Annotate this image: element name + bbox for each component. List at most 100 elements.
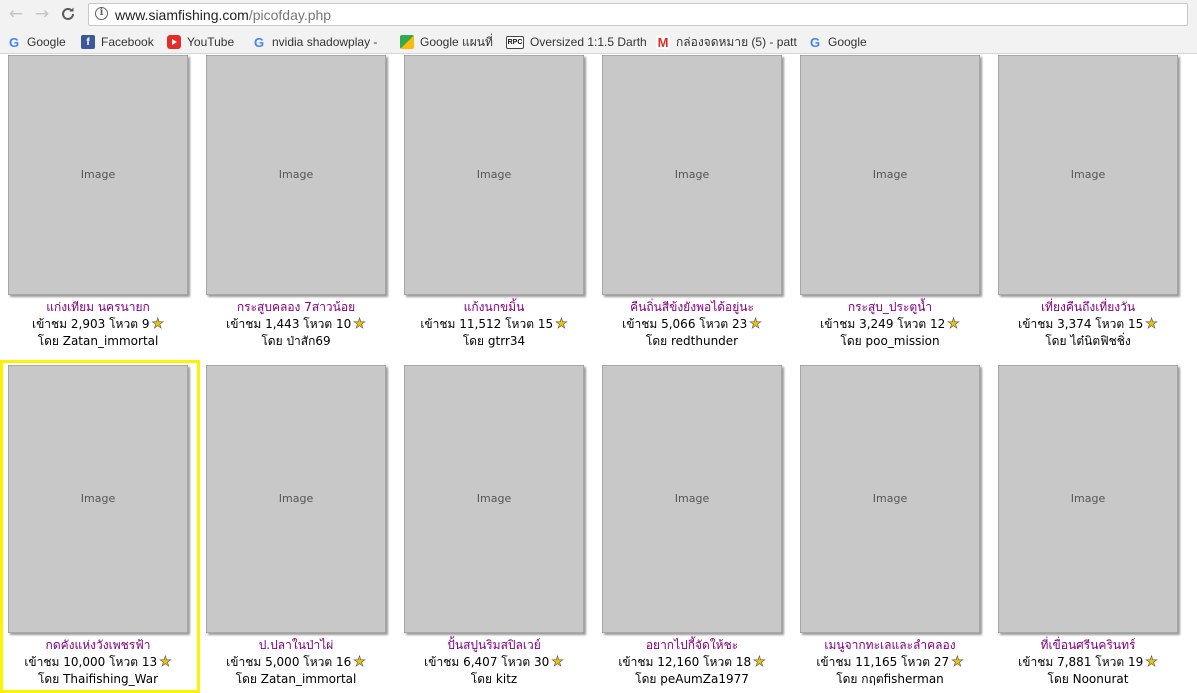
votes-count: 16 <box>336 655 352 669</box>
author-link[interactable]: peAumZa1977 <box>660 672 749 686</box>
author-link[interactable]: poo_mission <box>866 334 940 348</box>
author-link[interactable]: ป่าสัก69 <box>286 334 330 348</box>
picture-grid: Image แก่งเทียม นครนายก เข้าชม 2,903 โหว… <box>0 55 1197 693</box>
facebook-icon: f <box>81 35 95 49</box>
bookmark-google-maps[interactable]: Google แผนที่ <box>400 34 493 50</box>
votes-count: 12 <box>930 317 946 331</box>
views-label: เข้าชม <box>31 317 68 331</box>
fish-photo[interactable]: Image <box>800 365 980 633</box>
google-icon: G <box>253 34 265 50</box>
back-button[interactable]: ← <box>6 4 26 24</box>
fish-photo[interactable]: Image <box>998 365 1178 633</box>
star-icon[interactable]: ★ <box>151 316 164 333</box>
votes-count: 9 <box>141 317 150 331</box>
picture-author-line: โดย kitz <box>394 670 594 689</box>
views-count: 3,249 <box>859 317 894 331</box>
picture-author-line: โดย กฤตfisherman <box>790 670 990 689</box>
fish-photo[interactable]: Image <box>8 365 188 633</box>
views-label: เข้าชม <box>820 317 856 331</box>
votes-label: โหวต <box>303 317 333 331</box>
svg-text:Image: Image <box>675 168 710 181</box>
author-link[interactable]: กฤตfisherman <box>861 672 944 686</box>
fish-photo[interactable]: Image <box>998 55 1178 295</box>
picture-author-line: โดย ป่าสัก69 <box>196 332 396 351</box>
bookmark-google-2[interactable]: G Google <box>808 34 867 50</box>
votes-count: 19 <box>1128 655 1144 669</box>
fish-photo[interactable]: Image <box>800 55 980 295</box>
rpc-icon: RPC <box>506 35 524 49</box>
author-link[interactable]: ไต๋นิตฟิชชิ่ง <box>1070 334 1130 348</box>
picture-author-line: โดย ไต๋นิตฟิชชิ่ง <box>988 332 1188 351</box>
author-link[interactable]: redthunder <box>671 334 738 348</box>
author-link[interactable]: Noonurat <box>1073 672 1129 686</box>
fish-photo[interactable]: Image <box>602 55 782 295</box>
views-label: เข้าชม <box>226 317 262 331</box>
address-bar[interactable]: i www.siamfishing.com/picofday.php <box>88 3 1188 26</box>
votes-label: โหวต <box>699 317 729 331</box>
reload-icon <box>62 7 74 20</box>
author-link[interactable]: Zatan_immortal <box>261 672 357 686</box>
picture-author-line: โดย Zatan_immortal <box>196 670 396 689</box>
star-icon[interactable]: ★ <box>1145 654 1158 671</box>
reload-button[interactable] <box>58 4 78 24</box>
by-label: โดย <box>836 672 858 686</box>
votes-label: โหวต <box>1095 317 1125 331</box>
votes-label: โหวต <box>505 317 534 331</box>
gmail-icon: M <box>656 34 670 50</box>
info-icon[interactable]: i <box>95 7 108 20</box>
star-icon[interactable]: ★ <box>353 654 366 671</box>
author-link[interactable]: gtrr34 <box>488 334 525 348</box>
forward-button[interactable]: → <box>32 4 52 24</box>
svg-text:Image: Image <box>1071 168 1106 181</box>
fish-photo[interactable]: Image <box>206 365 386 633</box>
bookmark-oversized[interactable]: RPC Oversized 1:1.5 Darth <box>506 34 647 50</box>
svg-text:Image: Image <box>477 168 512 181</box>
bookmarks-bar: G Google f Facebook YouTube G nvidia sha… <box>0 30 1197 54</box>
author-link[interactable]: kitz <box>496 672 517 686</box>
youtube-icon <box>167 35 181 49</box>
votes-label: โหวต <box>109 317 138 331</box>
url-path: /picofday.php <box>248 7 332 23</box>
bookmark-facebook[interactable]: f Facebook <box>81 34 154 50</box>
maps-icon <box>400 35 414 49</box>
votes-count: 30 <box>534 655 550 669</box>
bookmark-label: Google แผนที่ <box>420 34 493 49</box>
views-count: 11,512 <box>459 317 502 331</box>
views-count: 7,881 <box>1057 655 1092 669</box>
google-icon: G <box>8 34 20 50</box>
svg-text:Image: Image <box>873 492 908 505</box>
star-icon[interactable]: ★ <box>353 316 366 333</box>
bookmark-label: Google <box>828 35 867 49</box>
star-icon[interactable]: ★ <box>159 654 172 671</box>
author-link[interactable]: Zatan_immortal <box>63 334 159 348</box>
bookmark-nvidia[interactable]: G nvidia shadowplay - <box>252 34 377 50</box>
svg-text:Image: Image <box>675 492 710 505</box>
fish-photo[interactable]: Image <box>206 55 386 295</box>
fish-photo[interactable]: Image <box>8 55 188 295</box>
views-count: 11,165 <box>855 655 898 669</box>
star-icon[interactable]: ★ <box>1145 316 1158 333</box>
bookmark-label: Oversized 1:1.5 Darth <box>530 35 647 49</box>
votes-label: โหวต <box>897 317 927 331</box>
bookmark-google[interactable]: G Google <box>7 34 66 50</box>
browser-toolbar: ← → i www.siamfishing.com/picofday.php <box>0 0 1197 30</box>
author-link[interactable]: Thaifishing_War <box>63 672 158 686</box>
fish-photo[interactable]: Image <box>602 365 782 633</box>
star-icon[interactable]: ★ <box>947 316 960 333</box>
by-label: โดย <box>1047 672 1069 686</box>
fish-photo[interactable]: Image <box>404 365 584 633</box>
star-icon[interactable]: ★ <box>753 654 766 671</box>
votes-count: 23 <box>732 317 748 331</box>
votes-count: 15 <box>1128 317 1144 331</box>
by-label: โดย <box>37 334 59 348</box>
bookmark-youtube[interactable]: YouTube <box>167 34 234 50</box>
star-icon[interactable]: ★ <box>551 654 564 671</box>
star-icon[interactable]: ★ <box>951 654 964 671</box>
star-icon[interactable]: ★ <box>749 316 762 333</box>
views-label: เข้าชม <box>24 655 60 669</box>
fish-photo[interactable]: Image <box>404 55 584 295</box>
url-text[interactable]: www.siamfishing.com/picofday.php <box>115 7 331 23</box>
views-label: เข้าชม <box>1018 317 1054 331</box>
star-icon[interactable]: ★ <box>555 316 568 333</box>
bookmark-gmail[interactable]: M กล่องจดหมาย (5) - patt <box>656 34 797 50</box>
